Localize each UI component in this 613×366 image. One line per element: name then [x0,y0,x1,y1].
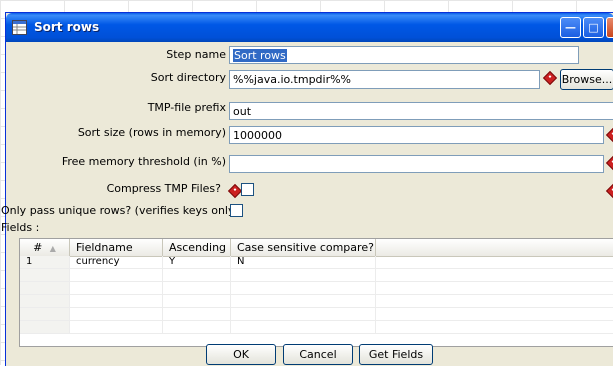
free-memory-label: Free memory threshold (in %) [61,155,226,168]
variable-diamond-icon [605,155,613,171]
compress-tmp-checkbox[interactable] [241,183,254,196]
variable-diamond-icon [227,183,243,199]
browse-button[interactable]: Browse... [560,69,613,90]
sort-size-value: 1000000 [233,129,282,142]
maximize-icon: □ [588,21,599,34]
compress-tmp-label: Compress TMP Files? [106,182,221,195]
sort-size-input[interactable]: 1000000 [229,126,604,144]
empty-table-row [20,308,613,321]
column-header-num[interactable]: # ▲ [20,239,70,256]
variable-diamond-icon [605,183,613,199]
tmp-prefix-input[interactable]: out [229,102,613,120]
sort-directory-label: Sort directory [150,71,226,84]
sort-rows-dialog: Sort rows — □ Step name Sort rows Sort d… [1,12,613,366]
free-memory-input[interactable] [229,155,604,173]
empty-table-row [20,295,613,308]
sort-directory-input[interactable]: %%java.io.tmpdir%% [229,70,540,89]
column-header-ascending[interactable]: Ascending [163,239,231,256]
column-num-label: # [33,241,43,254]
row-number: 1 [20,256,70,268]
only-unique-label: Only pass unique rows? (verifies keys on… [1,204,239,217]
window-title: Sort rows [34,20,100,34]
sort-ascending-icon: ▲ [49,244,56,253]
table-row[interactable]: 1 currency Y N [20,256,613,269]
empty-table-row [20,269,613,282]
only-unique-checkbox[interactable] [230,204,243,217]
fields-label: Fields : [1,221,40,234]
variable-diamond-icon [605,127,613,143]
sort-directory-value: %%java.io.tmpdir%% [233,73,352,86]
ok-button[interactable]: OK [206,344,276,365]
step-name-label: Step name [166,48,226,61]
step-name-value: Sort rows [233,49,287,62]
minimize-button[interactable]: — [560,17,581,38]
maximize-button[interactable]: □ [583,17,604,38]
minimize-icon: — [565,21,576,34]
get-fields-button[interactable]: Get Fields [359,344,433,365]
case-sensitive-cell[interactable]: N [231,256,376,268]
fields-table[interactable]: # ▲ Fieldname Ascending Case sensitive c… [19,238,613,347]
table-header: # ▲ Fieldname Ascending Case sensitive c… [20,239,613,257]
close-button[interactable] [606,17,613,38]
ascending-cell[interactable]: Y [163,256,231,268]
sort-size-label: Sort size (rows in memory) [77,126,226,139]
tmp-prefix-value: out [233,105,252,118]
step-name-input[interactable]: Sort rows [229,46,579,64]
column-header-case-sensitive[interactable]: Case sensitive compare? [231,239,376,256]
spreadsheet-icon [12,20,27,35]
cancel-button[interactable]: Cancel [283,344,353,365]
column-header-fieldname[interactable]: Fieldname [70,239,163,256]
empty-table-row [20,321,613,334]
empty-table-row [20,282,613,295]
variable-diamond-icon [542,70,558,86]
title-bar[interactable]: Sort rows — □ [6,13,613,42]
fieldname-cell[interactable]: currency [70,256,163,268]
tmp-prefix-label: TMP-file prefix [147,101,226,114]
